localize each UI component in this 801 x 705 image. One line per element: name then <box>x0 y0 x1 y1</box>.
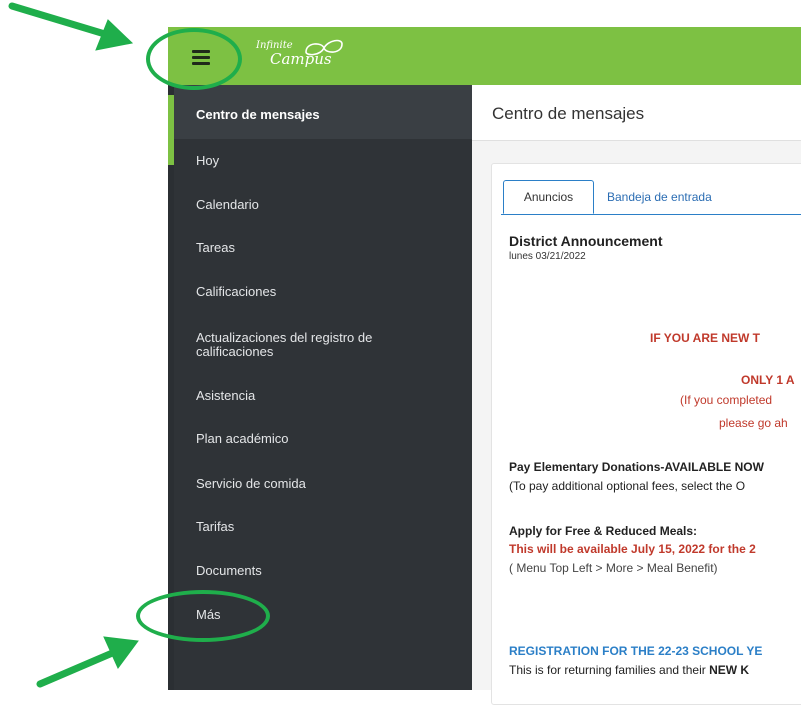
arrow-bottom-icon <box>36 636 139 688</box>
annotation-arrow-icons <box>8 2 139 688</box>
arrow-top-icon <box>8 2 134 51</box>
